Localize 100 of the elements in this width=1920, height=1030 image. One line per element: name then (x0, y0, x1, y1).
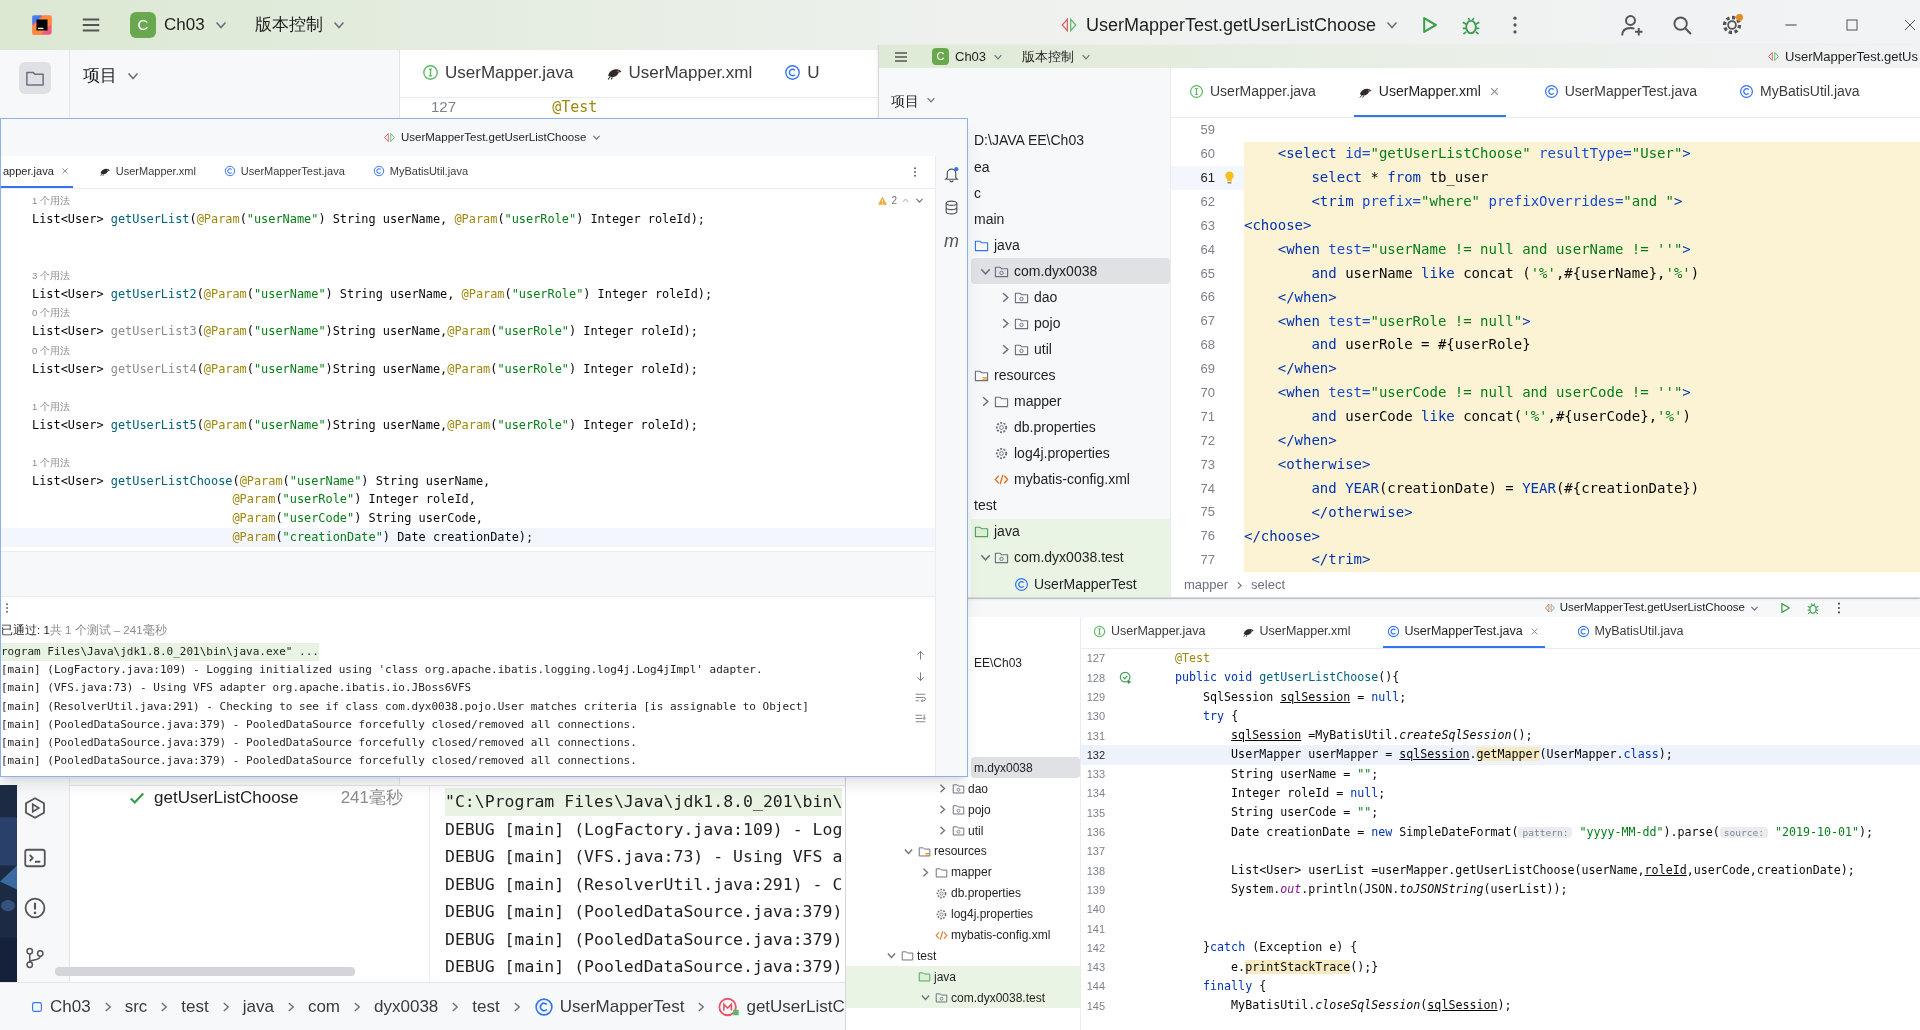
package-icon (1014, 342, 1029, 357)
database-icon[interactable] (943, 199, 960, 216)
usage-hint[interactable]: 1 个用法 (32, 399, 70, 415)
soft-wrap-icon[interactable] (913, 691, 927, 704)
tree-item[interactable]: dao (846, 778, 1080, 800)
breadcrumb-item[interactable]: getUserListC (718, 993, 845, 1020)
tree-item[interactable]: UserMapperTest (971, 571, 1170, 598)
scroll-to-end-icon[interactable] (913, 712, 927, 725)
maximize-icon[interactable] (1844, 17, 1861, 33)
settings-icon[interactable] (1720, 13, 1745, 37)
editor-tab[interactable]: UserMapper.xml (1237, 617, 1355, 648)
run-icon[interactable] (22, 796, 47, 820)
editor-tab[interactable]: MyBatisUtil.java (1572, 617, 1688, 648)
breadcrumb-item[interactable]: Ch03 (30, 993, 91, 1020)
editor-tab[interactable]: UserMapper.java (418, 50, 578, 97)
tree-item[interactable]: util (971, 336, 1170, 363)
breadcrumb-item[interactable]: mapper (1184, 575, 1229, 595)
editor-tab[interactable]: UserMapper.java (1089, 617, 1210, 648)
tree-item[interactable]: util (846, 820, 1080, 841)
run-icon[interactable] (1778, 601, 1792, 615)
editor-tab[interactable]: UserMapper.xml (96, 156, 198, 188)
project-button[interactable]: C Ch03 (126, 12, 233, 38)
scrollbar[interactable] (55, 967, 355, 976)
tree-item[interactable]: mybatis-config.xml (971, 466, 1170, 493)
tree-item[interactable]: dao (971, 284, 1170, 311)
run-config-button[interactable]: UserMapperTest.getUs (1767, 46, 1920, 67)
run-config-button[interactable]: UserMapperTest.getUserListChoose (383, 128, 603, 147)
tree-item[interactable]: c (971, 180, 1170, 207)
tree-item[interactable]: java (846, 966, 1080, 988)
interface-icon (1189, 84, 1204, 99)
tree-item[interactable]: ea (971, 154, 1170, 181)
breadcrumb-item[interactable]: test (181, 993, 209, 1020)
editor-tab[interactable]: U (780, 50, 824, 97)
usage-hint[interactable]: 0 个用法 (32, 343, 70, 358)
tree-item[interactable]: log4j.properties (846, 903, 1080, 925)
editor-tab[interactable]: UserMapperTest.java (221, 156, 347, 188)
tree-item[interactable]: D:\JAVA EE\Ch03 (971, 127, 1170, 154)
tree-item[interactable]: main (971, 206, 1170, 233)
tree-item[interactable]: com.dyx0038.test (971, 544, 1170, 571)
inspection-widget[interactable]: 2 (877, 193, 925, 208)
notifications-icon[interactable] (943, 166, 960, 183)
tree-item[interactable]: resources (971, 362, 1170, 389)
tree-item[interactable]: mapper (846, 861, 1080, 883)
line-number: 76 (1199, 527, 1215, 546)
app-logo-icon[interactable] (31, 14, 53, 36)
tree-item[interactable]: test (846, 945, 1080, 967)
code-line: List<User> getUserList2(@Param("userName") String userName, @Param("userRole") Integer roleId); (32, 285, 713, 303)
vcs-button[interactable]: 版本控制 (1022, 46, 1093, 67)
add-user-icon[interactable] (1620, 13, 1645, 37)
vcs-button[interactable]: 版本控制 (250, 12, 351, 38)
usage-hint[interactable]: 1 个用法 (32, 194, 70, 209)
tree-item[interactable]: java (971, 232, 1170, 259)
breadcrumb-item[interactable]: java (242, 993, 274, 1020)
test-tree-item[interactable]: getUserListChoose 241毫秒 (70, 786, 429, 810)
tree-item[interactable]: com.dyx0038 (971, 258, 1170, 285)
problems-icon[interactable] (22, 896, 47, 920)
line-number: 140 (1085, 902, 1105, 918)
tree-item[interactable]: java (971, 518, 1170, 545)
breadcrumb-item[interactable]: src (124, 993, 148, 1020)
tree-item[interactable]: test (971, 492, 1170, 519)
tree-item[interactable]: mybatis-config.xml (846, 924, 1080, 946)
tree-item[interactable]: log4j.properties (971, 440, 1170, 467)
editor-tab[interactable]: apper.java (1, 156, 73, 188)
debug-icon[interactable] (1806, 601, 1820, 615)
editor-tab[interactable]: UserMapper.xml (1353, 68, 1506, 117)
project-button[interactable]: C Ch03 (932, 46, 1005, 67)
editor-tab[interactable]: UserMapperTest.java (1539, 68, 1702, 117)
tree-item[interactable]: pojo (846, 799, 1080, 821)
tree-item[interactable]: db.properties (846, 882, 1080, 904)
maven-button[interactable]: m (944, 232, 959, 250)
usage-hint[interactable]: 0 个用法 (32, 306, 70, 321)
search-icon[interactable] (1671, 14, 1694, 36)
editor-tab[interactable]: MyBatisUtil.java (370, 156, 471, 188)
editor-tab[interactable]: MyBatisUtil.java (1735, 68, 1864, 117)
project-tool-button[interactable] (18, 62, 51, 94)
tree-item[interactable]: com.dyx0038.test (846, 987, 1080, 1009)
breadcrumb-item[interactable]: com (307, 993, 341, 1020)
tree-item[interactable]: pojo (971, 310, 1170, 337)
breadcrumb-item[interactable]: dyx0038 (374, 993, 439, 1020)
code-line: List<User> getUserList3(@Param("userName")String userName,@Param("userRole") Integer roleId); (32, 323, 698, 341)
breadcrumb-item[interactable]: test (472, 993, 500, 1020)
panel-title: 项目 (83, 65, 117, 88)
tree-item[interactable]: db.properties (971, 414, 1170, 441)
editor-tab[interactable]: UserMapperTest.java (1382, 617, 1545, 648)
run-test-icon[interactable] (1119, 670, 1133, 685)
editor-tab[interactable]: UserMapper.java (1185, 68, 1320, 117)
tree-item[interactable]: m.dyx0038 (971, 757, 1080, 779)
code-line: </when> (1276, 359, 1337, 379)
usage-hint[interactable]: 3 个用法 (32, 268, 70, 284)
editor-tab[interactable]: UserMapper.xml (601, 50, 757, 97)
run-config-button[interactable]: UserMapperTest.getUserListChoose (1060, 11, 1401, 39)
tree-item[interactable]: EE\Ch03 (971, 653, 1080, 674)
terminal-icon[interactable] (22, 846, 47, 870)
breadcrumb-item[interactable]: UserMapperTest (533, 993, 685, 1020)
tree-item[interactable]: mapper (971, 388, 1170, 415)
tree-item[interactable]: resources (846, 841, 1080, 862)
usage-hint[interactable]: 1 个用法 (32, 455, 70, 471)
gear-icon (994, 446, 1009, 462)
run-config-icon (1767, 50, 1781, 63)
breadcrumb-item[interactable]: select (1251, 575, 1286, 595)
